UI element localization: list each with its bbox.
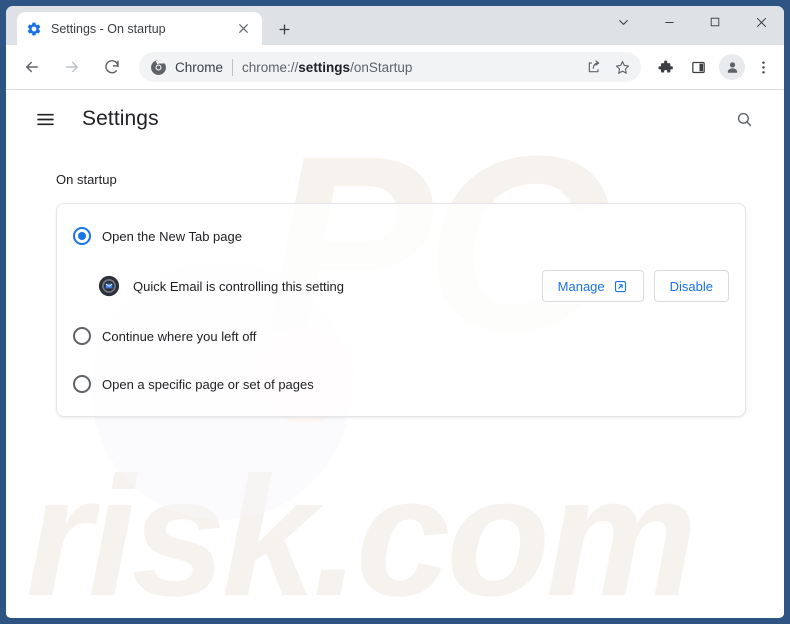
omnibox-url-text: chrome://settings/onStartup [242, 60, 579, 75]
manage-button[interactable]: Manage [541, 270, 644, 302]
chrome-logo-icon [150, 59, 167, 76]
radio-button[interactable] [73, 227, 91, 245]
url-host: settings [298, 59, 351, 75]
star-icon[interactable] [609, 54, 635, 80]
reload-button[interactable] [97, 52, 127, 82]
radio-button[interactable] [73, 327, 91, 345]
new-tab-button[interactable] [271, 16, 297, 42]
settings-gear-favicon [26, 21, 42, 37]
radio-label: Continue where you left off [102, 328, 257, 344]
disable-button[interactable]: Disable [653, 270, 729, 302]
extension-control-notice: Quick Email is controlling this setting … [57, 260, 745, 312]
section-title: On startup [56, 172, 117, 187]
search-icon[interactable] [726, 101, 762, 137]
browser-window-frame: Settings - On startup Chrome chrome://se… [0, 0, 790, 624]
window-controls [600, 6, 784, 45]
hamburger-menu-icon[interactable] [29, 103, 61, 135]
extension-control-text: Quick Email is controlling this setting [133, 278, 344, 294]
settings-page: PC risk.com Settings [6, 90, 784, 617]
page-title: Settings [82, 107, 159, 130]
forward-button [57, 52, 87, 82]
close-icon[interactable] [233, 19, 253, 39]
close-icon[interactable] [738, 6, 784, 38]
tab-strip: Settings - On startup [6, 6, 784, 45]
share-icon[interactable] [581, 54, 607, 80]
puzzle-piece-icon[interactable] [650, 52, 680, 82]
back-button[interactable] [17, 52, 47, 82]
url-path: /onStartup [350, 59, 413, 75]
browser-window: Settings - On startup Chrome chrome://se… [6, 6, 784, 618]
quick-email-extension-icon [98, 275, 120, 297]
minimize-icon[interactable] [646, 6, 692, 38]
manage-button-label: Manage [557, 278, 605, 294]
maximize-icon[interactable] [692, 6, 738, 38]
url-prefix: chrome:// [242, 59, 299, 75]
svg-text:risk.com: risk.com [26, 442, 693, 617]
omnibox-divider [232, 58, 234, 76]
omnibox-brand-label: Chrome [175, 59, 224, 75]
tab-title: Settings - On startup [51, 21, 166, 36]
chevron-down-icon[interactable] [600, 6, 646, 38]
external-link-icon [613, 279, 628, 294]
three-dot-menu-icon[interactable] [748, 52, 778, 82]
browser-toolbar: Chrome chrome://settings/onStartup [6, 45, 784, 90]
on-startup-card: Open the New Tab page Quick Email is con… [56, 203, 746, 417]
radio-label: Open a specific page or set of pages [102, 376, 314, 392]
settings-header: Settings [6, 90, 784, 148]
startup-option-specific-pages[interactable]: Open a specific page or set of pages [57, 360, 745, 408]
address-bar[interactable]: Chrome chrome://settings/onStartup [139, 52, 641, 82]
radio-label: Open the New Tab page [102, 228, 242, 244]
settings-content: On startup Open the New Tab page Quick E… [6, 148, 784, 417]
side-panel-icon[interactable] [683, 52, 713, 82]
profile-avatar-icon[interactable] [719, 54, 745, 80]
startup-option-continue[interactable]: Continue where you left off [57, 312, 745, 360]
browser-tab[interactable]: Settings - On startup [17, 12, 262, 45]
disable-button-label: Disable [669, 278, 713, 294]
radio-button[interactable] [73, 375, 91, 393]
startup-option-new-tab[interactable]: Open the New Tab page [57, 212, 745, 260]
